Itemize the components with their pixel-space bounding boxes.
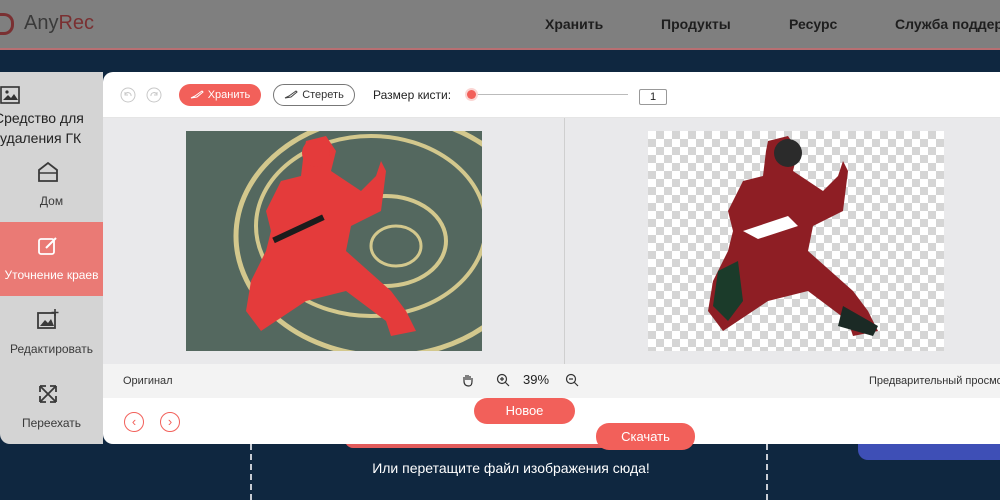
page-bottom: Или перетащите файл изображения сюда! <box>0 444 1000 500</box>
new-image-button[interactable]: Новое <box>474 398 575 424</box>
sidebar-item-label: Дом <box>39 194 64 208</box>
next-image-button[interactable]: › <box>160 412 180 432</box>
brush-size-label: Размер кисти: <box>373 88 452 102</box>
undo-icon[interactable] <box>120 87 136 103</box>
original-photo <box>233 131 482 351</box>
brush-size-input[interactable]: 1 <box>639 89 667 105</box>
brush-icon <box>284 90 298 99</box>
sidebar-item-home[interactable]: Дом <box>0 148 103 222</box>
side-panel-button[interactable] <box>858 444 1000 460</box>
keep-brush-label: Хранить <box>207 89 251 101</box>
sidebar-item-label: Переехать <box>21 416 82 430</box>
editor-modal: Средство для удаления ГК Дом Уточнение к… <box>0 72 1000 444</box>
preview-image[interactable] <box>648 131 944 351</box>
edit-edges-icon <box>38 237 57 255</box>
site-header: Any Rec Хранить Продукты Ресурс Служба по… <box>0 0 1000 50</box>
zoom-out-icon[interactable] <box>565 373 579 387</box>
main-nav: Хранить Продукты Ресурс Служба поддер <box>0 16 1000 36</box>
image-stage <box>103 118 1000 364</box>
zoom-in-icon[interactable] <box>496 373 510 387</box>
brush-size-slider[interactable] <box>472 94 628 95</box>
sidebar-item-edit[interactable]: Редактировать <box>0 296 103 370</box>
keep-brush-button[interactable]: Хранить <box>179 84 261 106</box>
editor-toolbar: Хранить Стереть Размер кисти: 1 <box>103 72 1000 118</box>
nav-item-products[interactable]: Продукты <box>661 16 731 32</box>
preview-label: Предварительный просмотр <box>869 375 1000 387</box>
original-label: Оригинал <box>123 375 173 387</box>
redo-icon[interactable] <box>146 87 162 103</box>
editor-sidebar: Средство для удаления ГК Дом Уточнение к… <box>0 72 103 444</box>
sidebar-item-label: Редактировать <box>10 342 93 356</box>
brush-size-slider-handle[interactable] <box>467 90 476 99</box>
hand-icon[interactable] <box>461 373 475 387</box>
preview-photo <box>708 136 878 336</box>
tool-title: Средство для удаления ГК <box>0 110 84 146</box>
zoom-level: 39% <box>523 372 550 387</box>
nav-item-resource[interactable]: Ресурс <box>789 16 837 32</box>
move-icon <box>39 385 57 403</box>
home-icon <box>38 161 58 182</box>
sidebar-item-edge-refine[interactable]: Уточнение краев <box>0 222 103 296</box>
image-icon <box>0 86 20 104</box>
sidebar-item-move[interactable]: Переехать <box>0 370 103 444</box>
erase-brush-button[interactable]: Стереть <box>273 84 355 106</box>
sidebar-item-label: Уточнение краев <box>4 268 99 282</box>
drop-zone[interactable]: Или перетащите файл изображения сюда! <box>250 444 768 500</box>
drop-zone-text: Или перетащите файл изображения сюда! <box>372 460 650 476</box>
editor-main: Хранить Стереть Размер кисти: 1 Оригинал… <box>103 72 1000 444</box>
brush-icon <box>190 90 204 99</box>
erase-brush-label: Стереть <box>302 89 344 101</box>
status-bar: Оригинал 39% Предварительный просмотр <box>103 364 1000 398</box>
download-button[interactable]: Скачать <box>596 423 695 450</box>
nav-item-keep[interactable]: Хранить <box>545 16 603 32</box>
nav-item-support[interactable]: Служба поддер <box>895 16 1000 32</box>
original-image[interactable] <box>186 131 482 351</box>
pane-divider <box>564 118 565 364</box>
previous-image-button[interactable]: ‹ <box>124 412 144 432</box>
image-edit-icon <box>37 309 59 329</box>
